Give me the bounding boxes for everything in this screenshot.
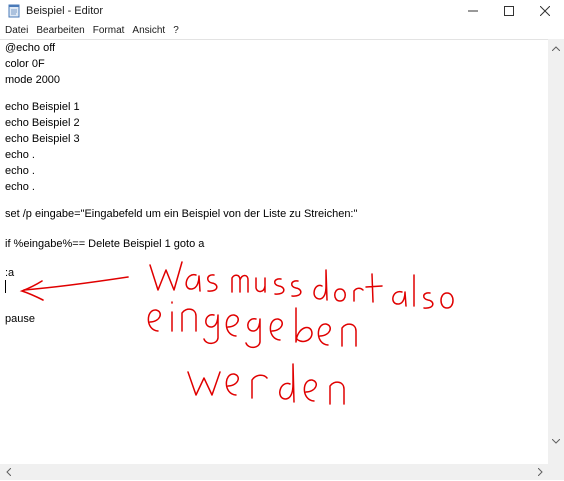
editor-line: if %eingabe%== Delete Beispiel 1 goto a <box>5 238 205 250</box>
editor-line: @echo off <box>5 42 56 54</box>
close-icon <box>540 6 550 16</box>
vertical-scrollbar[interactable] <box>548 39 564 464</box>
editor-line: echo . <box>5 165 35 177</box>
horizontal-scrollbar[interactable] <box>0 464 548 480</box>
chevron-down-icon <box>551 431 561 449</box>
title-bar[interactable]: Beispiel - Editor <box>0 0 564 22</box>
scroll-right-button[interactable] <box>532 464 548 480</box>
editor-line: color 0F <box>5 58 45 70</box>
scroll-up-button[interactable] <box>548 39 564 55</box>
editor-line: echo Beispiel 2 <box>5 117 80 129</box>
menu-bar: Datei Bearbeiten Format Ansicht ? <box>0 23 564 39</box>
editor-line: echo . <box>5 181 35 193</box>
editor-line: pause <box>5 313 35 325</box>
chevron-right-icon <box>537 463 543 481</box>
menu-item-bearbeiten[interactable]: Bearbeiten <box>32 23 88 39</box>
maximize-icon <box>504 6 514 16</box>
text-caret <box>5 280 6 293</box>
editor-line: :a <box>5 267 15 279</box>
menu-item-help[interactable]: ? <box>169 23 183 39</box>
editor-line: echo Beispiel 1 <box>5 101 80 113</box>
menu-item-datei[interactable]: Datei <box>0 23 32 39</box>
menu-item-format[interactable]: Format <box>89 23 129 39</box>
notepad-icon <box>7 4 21 18</box>
minimize-icon <box>468 6 478 16</box>
maximize-button[interactable] <box>491 0 527 22</box>
scroll-down-button[interactable] <box>548 432 564 448</box>
menu-item-ansicht[interactable]: Ansicht <box>128 23 169 39</box>
editor-line: echo . <box>5 149 35 161</box>
close-button[interactable] <box>527 0 563 22</box>
scrollbar-corner <box>548 464 564 480</box>
editor-line: echo Beispiel 3 <box>5 133 80 145</box>
minimize-button[interactable] <box>455 0 491 22</box>
text-editor[interactable]: @echo off color 0F mode 2000 echo Beispi… <box>0 39 548 465</box>
editor-line: mode 2000 <box>5 74 61 86</box>
window-title: Beispiel - Editor <box>26 5 104 17</box>
scroll-left-button[interactable] <box>0 464 16 480</box>
chevron-left-icon <box>5 463 11 481</box>
chevron-up-icon <box>551 38 561 56</box>
editor-line: set /p eingabe="Eingabefeld um ein Beisp… <box>5 208 358 220</box>
